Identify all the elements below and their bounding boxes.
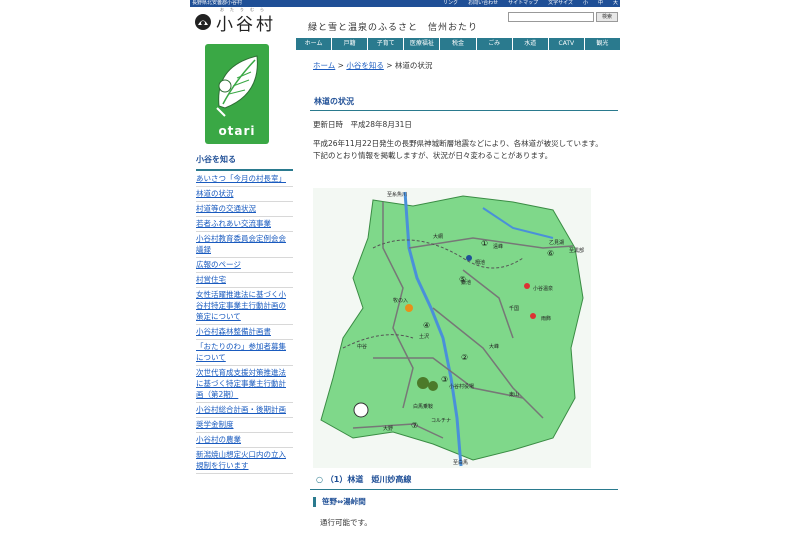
nav-tourism[interactable]: 観光 <box>584 38 620 50</box>
map-label: コルチナ <box>431 418 451 424</box>
site-logo-text[interactable]: 小谷村 <box>216 10 276 35</box>
sidebar-item[interactable]: 小谷村総合計画・後期計画 <box>196 403 293 418</box>
leaf-icon <box>216 55 258 117</box>
map-label: 小谷村役場 <box>449 383 474 390</box>
breadcrumb: ホーム > 小谷を知る > 林道の状況 <box>313 60 432 71</box>
nav-family-register[interactable]: 戸籍 <box>332 38 369 50</box>
sidebar-item[interactable]: 村営住宅 <box>196 273 293 288</box>
map-number: ⑦ <box>411 421 418 430</box>
map-number: ⑥ <box>547 249 554 258</box>
sidebar-item[interactable]: 林道の状況 <box>196 187 293 202</box>
map-label: 栂池 <box>475 259 485 266</box>
breadcrumb-sep: > <box>335 61 347 70</box>
map-label: 大峰 <box>489 343 499 350</box>
section-heading-text: （1）林道 姫川妙高線 <box>325 475 412 484</box>
map-label: 至黒部 <box>569 247 584 254</box>
sidebar-title[interactable]: 小谷を知る <box>196 154 293 171</box>
map-label: 雨飾 <box>541 315 551 322</box>
sidebar-item[interactable]: 広報のページ <box>196 258 293 273</box>
font-size-small[interactable]: 小 <box>583 0 588 7</box>
map-number: ① <box>481 239 488 248</box>
font-size-medium[interactable]: 中 <box>598 0 603 7</box>
section-bullet-icon: ○ <box>316 475 323 484</box>
content-column: 長野県北安曇郡小谷村 リンク お問い合わせ サイトマップ 文字サイズ 小 中 大… <box>190 0 620 533</box>
map-label: 東山 <box>509 391 519 398</box>
section-heading: ○ （1）林道 姫川妙高線 <box>310 472 618 490</box>
breadcrumb-parent[interactable]: 小谷を知る <box>346 61 384 70</box>
map-label: 乙見湖 <box>549 239 564 246</box>
map-number: ⑤ <box>459 275 466 284</box>
nav-catv[interactable]: CATV <box>548 38 585 50</box>
map-label: 至白馬 <box>453 459 468 466</box>
search-button[interactable]: 検索 <box>596 12 618 22</box>
sidebar-item[interactable]: 村道等の交通状況 <box>196 202 293 217</box>
map-label: 白馬乗鞍 <box>413 403 433 410</box>
intro-text: 平成26年11月22日発生の長野県神城断層地震などにより、各林道が被災しています… <box>313 139 603 160</box>
sidebar-item[interactable]: 次世代育成支援対策推進法に基づく特定事業主行動計画（第2期） <box>196 366 293 403</box>
map-number: ④ <box>423 321 430 330</box>
map-label: 大網 <box>433 233 443 240</box>
map-label: 遠峰 <box>493 243 503 250</box>
otari-logo[interactable]: otari <box>205 44 269 144</box>
site-header: おたりむら 小谷村 緑と雪と温泉のふるさと 信州おたり 検索 <box>190 7 620 37</box>
utility-links: リンク お問い合わせ サイトマップ 文字サイズ 小 中 大 <box>443 0 618 7</box>
font-size-large[interactable]: 大 <box>613 0 618 7</box>
top-bar: 長野県北安曇郡小谷村 リンク お問い合わせ サイトマップ 文字サイズ 小 中 大 <box>190 0 620 7</box>
breadcrumb-home[interactable]: ホーム <box>313 61 335 70</box>
sidebar-item[interactable]: 若者ふれあい交流事業 <box>196 217 293 232</box>
breadcrumb-current: 林道の状況 <box>394 61 433 70</box>
nav-garbage[interactable]: ごみ <box>476 38 513 50</box>
otari-logo-text: otari <box>218 124 256 138</box>
sidebar-item[interactable]: 「おたりのわ」参加者募集について <box>196 340 293 366</box>
nav-medical-welfare[interactable]: 医療福祉 <box>404 38 441 50</box>
map-label: 千国 <box>509 305 519 312</box>
page: 長野県北安曇郡小谷村 リンク お問い合わせ サイトマップ 文字サイズ 小 中 大… <box>0 0 800 533</box>
prefecture-label: 長野県北安曇郡小谷村 <box>192 0 243 6</box>
link-contact[interactable]: お問い合わせ <box>468 0 498 7</box>
nav-home[interactable]: ホーム <box>296 38 333 50</box>
site-tagline: 緑と雪と温泉のふるさと 信州おたり <box>308 23 479 33</box>
map-label: 小谷温泉 <box>533 285 553 292</box>
global-nav: ホーム 戸籍 子育て 医療福祉 税金 ごみ 水道 CATV 観光 <box>296 38 620 50</box>
map-label: 土沢 <box>419 333 429 340</box>
forest-road-map: 至糸魚川 大網 遠峰 乙見湖 栂池 至黒部 鎌池 小谷温泉 雨飾 千国 牧の入 … <box>313 188 591 468</box>
map-label: 大野 <box>383 425 393 432</box>
link-links[interactable]: リンク <box>443 0 458 7</box>
link-sitemap[interactable]: サイトマップ <box>508 0 538 7</box>
map-number: ③ <box>441 375 448 384</box>
sub-heading: 笹野⇔湯峠間 <box>313 497 613 507</box>
map-label: 至糸魚川 <box>387 191 407 198</box>
sidebar-item[interactable]: 新潟焼山想定火口内の立入規制を行います <box>196 448 293 474</box>
breadcrumb-sep: > <box>383 61 395 70</box>
village-emblem-icon[interactable] <box>194 13 212 31</box>
sidebar-list: あいさつ「今月の村長室」 林道の状況 村道等の交通状況 若者ふれあい交流事業 小… <box>196 172 293 474</box>
font-size-label: 文字サイズ <box>548 0 573 6</box>
map-label: 牧の入 <box>393 297 408 304</box>
road-status: 通行可能です。 <box>320 518 372 527</box>
nav-childcare[interactable]: 子育て <box>368 38 405 50</box>
nav-tax[interactable]: 税金 <box>440 38 477 50</box>
updated-date: 更新日時 平成28年8月31日 <box>313 120 412 129</box>
nav-water[interactable]: 水道 <box>512 38 549 50</box>
map-number: ② <box>461 353 468 362</box>
sidebar-item[interactable]: 小谷村の農業 <box>196 433 293 448</box>
sidebar-item[interactable]: 小谷村教育委員会定例会会議録 <box>196 232 293 258</box>
search-input[interactable] <box>508 12 594 22</box>
main-content: ホーム > 小谷を知る > 林道の状況 林道の状況 更新日時 平成28年8月31… <box>310 50 618 533</box>
sidebar-item[interactable]: 小谷村森林整備計画書 <box>196 325 293 340</box>
sidebar-item[interactable]: 女性活躍推進法に基づく小谷村特定事業主行動計画の策定について <box>196 288 293 325</box>
sidebar: otari 小谷を知る あいさつ「今月の村長室」 林道の状況 村道等の交通状況 … <box>190 44 293 533</box>
sidebar-item[interactable]: あいさつ「今月の村長室」 <box>196 172 293 187</box>
sidebar-item[interactable]: 奨学金制度 <box>196 418 293 433</box>
map-label: 中谷 <box>357 343 367 350</box>
page-title: 林道の状況 <box>310 94 618 111</box>
